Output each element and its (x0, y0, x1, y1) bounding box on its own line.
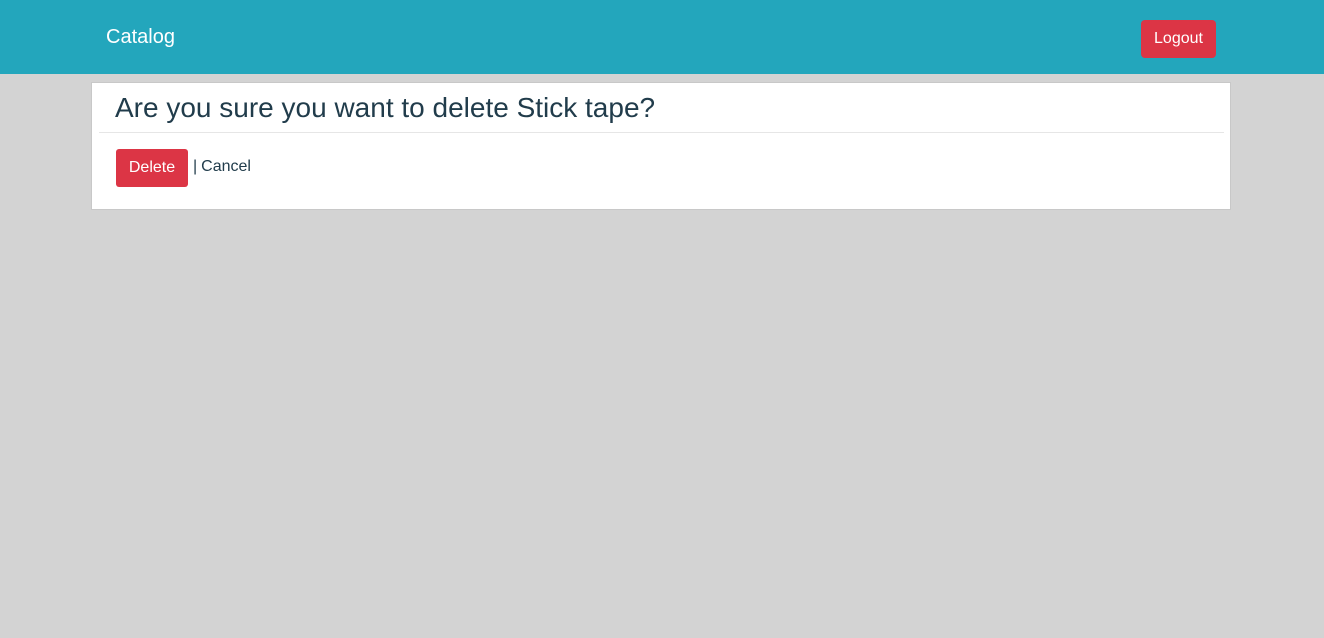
action-separator: | (193, 158, 198, 175)
cancel-link[interactable]: Cancel (201, 158, 251, 176)
brand-link[interactable]: Catalog (106, 25, 175, 49)
delete-button[interactable]: Delete (116, 149, 188, 187)
title-divider (99, 132, 1224, 133)
delete-confirmation-card: Are you sure you want to delete Stick ta… (91, 82, 1231, 210)
page-title: Are you sure you want to delete Stick ta… (115, 92, 656, 123)
logout-button[interactable]: Logout (1141, 20, 1216, 58)
confirmation-actions: Delete | Cancel (116, 149, 251, 187)
top-navbar: Catalog Logout (0, 0, 1324, 74)
